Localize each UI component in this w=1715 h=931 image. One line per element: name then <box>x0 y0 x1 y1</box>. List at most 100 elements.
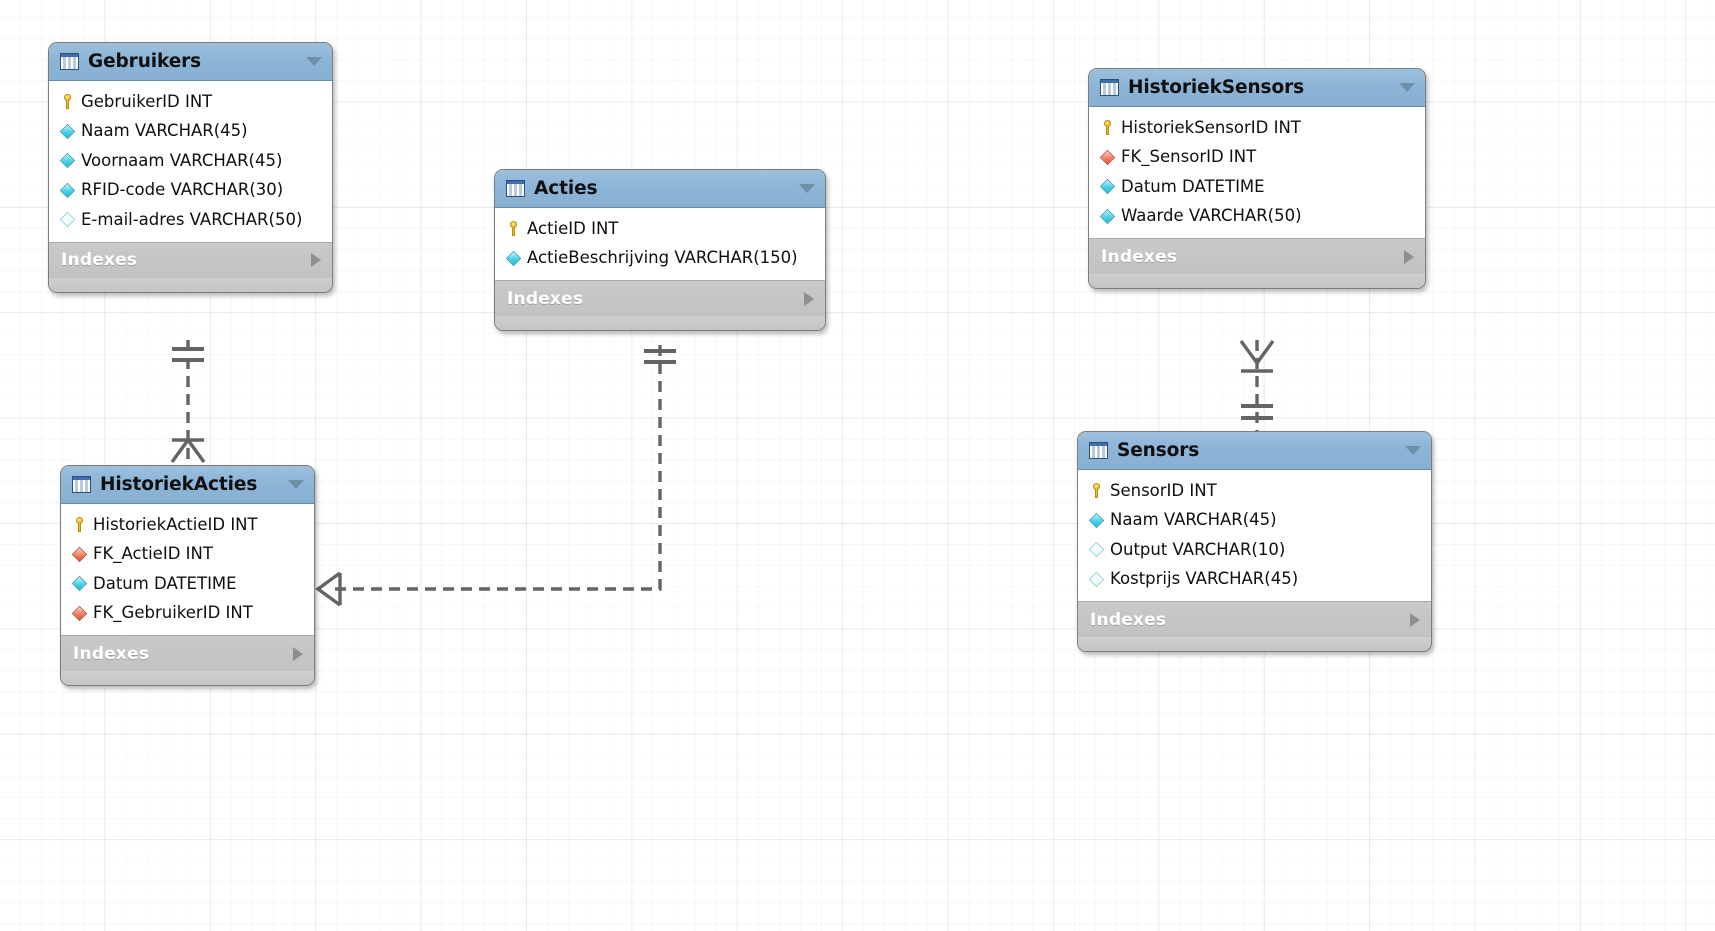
triangle-right-icon[interactable] <box>311 253 321 267</box>
indexes-label: Indexes <box>507 288 584 309</box>
table-title: HistoriekSensors <box>1128 77 1305 98</box>
column-list: HistoriekActieID INT FK_ActieID INT Datu… <box>61 504 314 635</box>
relationship-acties-historiekacties <box>315 345 676 607</box>
foreign-key-icon <box>1099 149 1116 165</box>
primary-key-icon <box>1100 120 1115 136</box>
column-label: HistoriekActieID INT <box>93 514 258 534</box>
table-bottom-pad <box>61 671 314 685</box>
table-bottom-pad <box>1078 637 1431 651</box>
nullable-column-icon <box>1088 571 1105 587</box>
column-label: Datum DATETIME <box>93 573 237 593</box>
relationship-gebruikers-historiekacties <box>170 340 206 466</box>
chevron-down-icon[interactable] <box>306 57 322 66</box>
table-historiekacties[interactable]: HistoriekActies HistoriekActieID INT FK_… <box>60 465 315 686</box>
table-title: Gebruikers <box>88 51 202 72</box>
table-bottom-pad <box>1089 274 1425 288</box>
table-row[interactable]: Waarde VARCHAR(50) <box>1089 202 1425 232</box>
column-label: SensorID INT <box>1110 480 1217 500</box>
foreign-key-icon <box>71 546 88 562</box>
table-row[interactable]: Output VARCHAR(10) <box>1078 535 1431 565</box>
table-row[interactable]: Datum DATETIME <box>61 569 314 599</box>
triangle-right-icon[interactable] <box>293 646 303 661</box>
indexes-section[interactable]: Indexes <box>1078 601 1431 637</box>
table-row[interactable]: Naam VARCHAR(45) <box>49 117 332 147</box>
table-row[interactable]: HistoriekActieID INT <box>61 510 314 540</box>
table-title: Sensors <box>1117 440 1200 461</box>
indexes-label: Indexes <box>73 643 150 664</box>
notnull-column-icon <box>71 576 88 592</box>
table-header[interactable]: Gebruikers <box>49 43 332 81</box>
column-label: FK_GebruikerID INT <box>93 603 253 622</box>
column-label: GebruikerID INT <box>81 91 213 111</box>
column-label: FK_ActieID INT <box>93 544 213 563</box>
column-list: HistoriekSensorID INT FK_SensorID INT Da… <box>1089 107 1425 238</box>
primary-key-icon <box>1089 483 1104 499</box>
notnull-column-icon <box>59 123 76 139</box>
table-row[interactable]: FK_ActieID INT <box>61 540 314 570</box>
table-row[interactable]: FK_SensorID INT <box>1089 143 1425 173</box>
notnull-column-icon <box>1099 179 1116 195</box>
table-bottom-pad <box>495 316 825 330</box>
table-title: HistoriekActies <box>100 474 258 495</box>
table-row[interactable]: ActieID INT <box>495 214 825 244</box>
table-header[interactable]: Acties <box>495 170 825 208</box>
table-acties[interactable]: Acties ActieID INT ActieBeschrijving VAR… <box>494 169 826 331</box>
column-label: Output VARCHAR(10) <box>1110 539 1286 559</box>
eer-diagram-canvas[interactable]: Gebruikers GebruikerID INT Naam VARCHAR(… <box>0 0 1715 931</box>
table-icon <box>60 53 79 70</box>
table-row[interactable]: ActieBeschrijving VARCHAR(150) <box>495 244 825 274</box>
notnull-column-icon <box>59 182 76 198</box>
table-gebruikers[interactable]: Gebruikers GebruikerID INT Naam VARCHAR(… <box>48 42 333 293</box>
table-icon <box>506 180 525 197</box>
crowsfoot-many-marker <box>315 571 341 607</box>
table-icon <box>72 476 91 493</box>
column-list: ActieID INT ActieBeschrijving VARCHAR(15… <box>495 208 825 280</box>
triangle-right-icon[interactable] <box>804 291 814 306</box>
table-bottom-pad <box>49 277 332 292</box>
column-label: RFID-code VARCHAR(30) <box>81 180 284 199</box>
table-title: Acties <box>534 178 598 199</box>
table-row[interactable]: SensorID INT <box>1078 476 1431 506</box>
table-row[interactable]: Datum DATETIME <box>1089 172 1425 202</box>
table-row[interactable]: GebruikerID INT <box>49 87 332 117</box>
notnull-column-icon <box>1099 208 1116 224</box>
indexes-section[interactable]: Indexes <box>61 635 314 671</box>
table-row[interactable]: Voornaam VARCHAR(45) <box>49 146 332 176</box>
column-label: Kostprijs VARCHAR(45) <box>1110 569 1299 588</box>
chevron-down-icon[interactable] <box>799 184 815 193</box>
column-label: Naam VARCHAR(45) <box>1110 510 1277 529</box>
nullable-column-icon <box>1088 542 1105 558</box>
triangle-right-icon[interactable] <box>1410 612 1420 627</box>
indexes-section[interactable]: Indexes <box>1089 238 1425 274</box>
triangle-right-icon[interactable] <box>1404 249 1414 264</box>
foreign-key-icon <box>71 605 88 621</box>
indexes-section[interactable]: Indexes <box>495 280 825 316</box>
column-label: Naam VARCHAR(45) <box>81 121 248 140</box>
chevron-down-icon[interactable] <box>288 480 304 489</box>
chevron-down-icon[interactable] <box>1405 446 1421 455</box>
table-row[interactable]: E-mail-adres VARCHAR(50) <box>49 205 332 235</box>
primary-key-icon <box>506 221 521 237</box>
indexes-label: Indexes <box>61 250 138 270</box>
table-header[interactable]: HistoriekSensors <box>1089 69 1425 107</box>
table-row[interactable]: Naam VARCHAR(45) <box>1078 506 1431 536</box>
table-historieksensors[interactable]: HistoriekSensors HistoriekSensorID INT F… <box>1088 68 1426 289</box>
table-row[interactable]: RFID-code VARCHAR(30) <box>49 176 332 206</box>
table-row[interactable]: FK_GebruikerID INT <box>61 599 314 629</box>
nullable-column-icon <box>59 212 76 228</box>
table-icon <box>1089 442 1108 459</box>
notnull-column-icon <box>1088 512 1105 528</box>
table-header[interactable]: HistoriekActies <box>61 466 314 504</box>
chevron-down-icon[interactable] <box>1399 83 1415 92</box>
indexes-section[interactable]: Indexes <box>49 241 332 278</box>
indexes-label: Indexes <box>1090 609 1167 630</box>
table-header[interactable]: Sensors <box>1078 432 1431 470</box>
table-sensors[interactable]: Sensors SensorID INT Naam VARCHAR(45) Ou… <box>1077 431 1432 652</box>
column-list: GebruikerID INT Naam VARCHAR(45) Voornaa… <box>49 81 332 242</box>
primary-key-icon <box>60 94 75 110</box>
table-row[interactable]: Kostprijs VARCHAR(45) <box>1078 565 1431 595</box>
column-list: SensorID INT Naam VARCHAR(45) Output VAR… <box>1078 470 1431 601</box>
table-row[interactable]: HistoriekSensorID INT <box>1089 113 1425 143</box>
indexes-label: Indexes <box>1101 246 1178 267</box>
crowsfoot-many-marker <box>1239 340 1275 366</box>
